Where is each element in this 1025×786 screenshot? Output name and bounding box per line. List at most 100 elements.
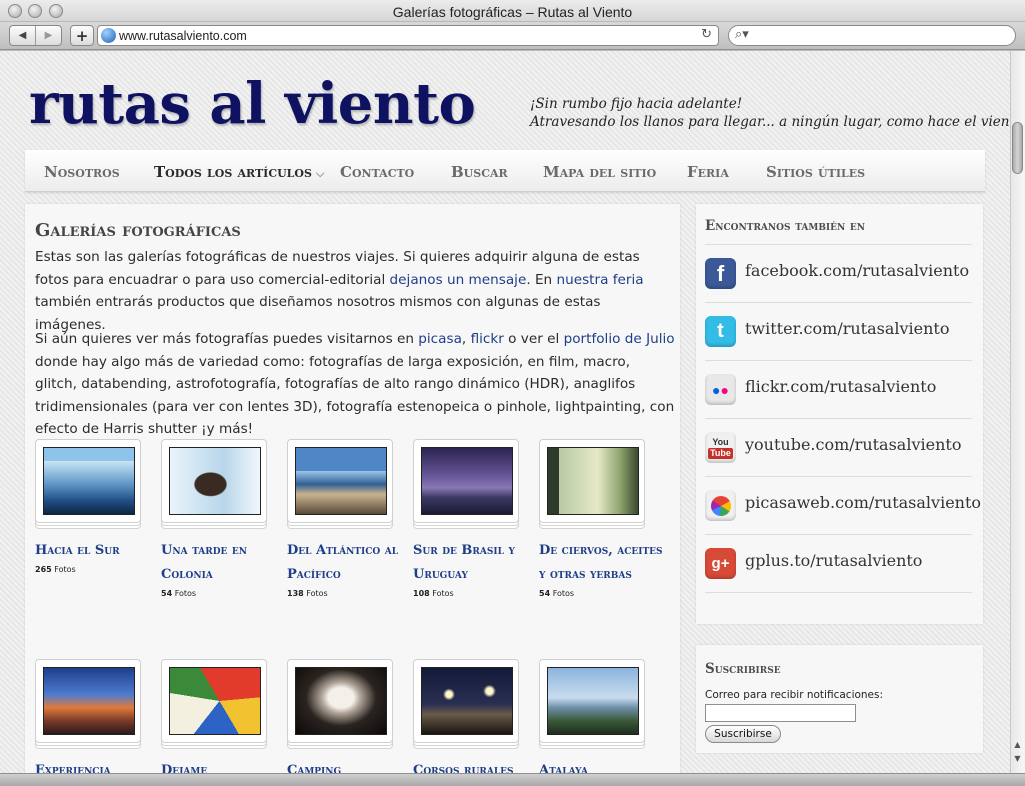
gallery-title[interactable]: Experiencia [35, 759, 161, 773]
gallery-count-number: 54 [161, 589, 173, 598]
gallery-count: 54 Fotos [539, 587, 665, 601]
gallery-photo [295, 447, 387, 515]
picasa-icon [705, 490, 736, 521]
gallery-title[interactable]: Sur de Brasil y Uruguay 108 Fotos [413, 539, 539, 601]
subscribe-email-input[interactable] [705, 704, 856, 722]
link-nuestra-feria[interactable]: nuestra feria [556, 272, 643, 288]
social-link-label[interactable]: facebook.com/rutasalviento [745, 261, 969, 280]
gallery-photo [421, 667, 513, 735]
address-text[interactable]: www.rutasalviento.com [119, 29, 247, 43]
window-titlebar: Galerías fotográficas – Rutas al Viento [0, 0, 1025, 22]
link-picasa[interactable]: picasa [418, 331, 462, 347]
gallery-title[interactable]: Atalaya [539, 759, 665, 773]
gallery-title-text: Dejame [161, 763, 208, 773]
main-content: Galerías fotográficas Estas son las gale… [25, 204, 680, 773]
nav-buscar[interactable]: Buscar [451, 163, 508, 181]
magnifier-icon[interactable]: ⌕▾ [735, 27, 749, 42]
gallery-title[interactable]: De ciervos, aceites y otras yerbas 54 Fot… [539, 539, 665, 601]
gallery-thumbnail[interactable] [413, 439, 519, 523]
gallery-thumbnail[interactable] [35, 439, 141, 523]
gallery-photo [43, 667, 135, 735]
back-button[interactable]: ◀ [10, 26, 35, 45]
gallery-title-text: Experiencia [35, 763, 111, 773]
social-link-label[interactable]: twitter.com/rutasalviento [745, 319, 949, 338]
back-arrow-icon: ◀ [18, 30, 27, 41]
gallery-count: 138 Fotos [287, 587, 413, 601]
nav-nosotros[interactable]: Nosotros [44, 163, 120, 181]
gallery-thumbnail[interactable] [539, 439, 645, 523]
gallery-thumbnail[interactable] [539, 659, 645, 743]
subscribe-button[interactable]: Suscribirse [705, 725, 781, 743]
gallery-title[interactable]: Corsos rurales [413, 759, 539, 773]
gallery-thumbnail[interactable] [35, 659, 141, 743]
social-link-googleplus[interactable]: g+ gplus.to/rutasalviento [705, 534, 972, 592]
gallery-count: 108 Fotos [413, 587, 539, 601]
gallery-title-text: Hacia el Sur [35, 543, 120, 558]
gallery-photo [295, 667, 387, 735]
plus-icon: + [75, 26, 89, 45]
youtube-icon: You Tube [705, 432, 736, 463]
gallery-title-text: Del Atlántico al Pacífico [287, 543, 399, 582]
more-photos-paragraph: Si aún quieres ver más fotografías puede… [35, 328, 675, 441]
tagline-line-2: Atravesando los llanos para llegar... a … [530, 114, 1010, 130]
gallery-thumbnail[interactable] [413, 659, 519, 743]
social-link-label[interactable]: flickr.com/rutasalviento [745, 377, 936, 396]
browser-toolbar: ◀ ▶ + www.rutasalviento.com ↻ ⌕▾ [0, 22, 1025, 50]
search-field[interactable]: ⌕▾ [728, 25, 1016, 46]
social-link-twitter[interactable]: t twitter.com/rutasalviento [705, 302, 972, 360]
social-link-label[interactable]: youtube.com/rutasalviento [745, 435, 961, 454]
forward-button[interactable]: ▶ [35, 26, 61, 45]
google-plus-icon: g+ [705, 548, 736, 579]
gallery-count-number: 138 [287, 589, 304, 598]
link-portfolio-julio[interactable]: portfolio de Julio [564, 331, 675, 347]
social-link-youtube[interactable]: You Tube youtube.com/rutasalviento [705, 418, 972, 476]
scroll-up-icon[interactable]: ▲ [1012, 738, 1023, 752]
address-bar[interactable]: www.rutasalviento.com ↻ [97, 25, 719, 46]
nav-feria[interactable]: Feria [687, 163, 729, 181]
add-bookmark-button[interactable]: + [70, 25, 94, 46]
gallery-count: 54 Fotos [161, 587, 287, 601]
site-tagline: ¡Sin rumbo fijo hacia adelante! Atravesa… [530, 95, 1010, 131]
link-dejanos-mensaje[interactable]: dejanos un mensaje [390, 272, 527, 288]
gallery-thumbnail[interactable] [161, 659, 267, 743]
gallery-title-text: Camping [287, 763, 342, 773]
gallery-count-number: 265 [35, 565, 52, 574]
site-title[interactable]: rutas al viento [29, 71, 476, 137]
social-link-picasa[interactable]: picasaweb.com/rutasalviento [705, 476, 981, 534]
scrollbar-arrows[interactable]: ▲ ▼ [1012, 738, 1023, 766]
gallery-photo [169, 447, 261, 515]
nav-sitios-utiles[interactable]: Sitios útiles [766, 163, 865, 181]
intro-paragraph: Estas son las galerías fotográficas de n… [35, 246, 675, 336]
gallery-title-text: Sur de Brasil y Uruguay [413, 543, 515, 582]
gallery-thumbnail[interactable] [287, 659, 393, 743]
gallery-count-unit: Fotos [432, 589, 454, 598]
window-title: Galerías fotográficas – Rutas al Viento [392, 4, 633, 20]
nav-todos-los-articulos[interactable]: Todos los artículos ⌵ [154, 163, 324, 181]
social-link-label[interactable]: gplus.to/rutasalviento [745, 551, 922, 570]
social-link-label[interactable]: picasaweb.com/rutasalviento [745, 493, 981, 512]
scrollbar-thumb[interactable] [1012, 122, 1023, 174]
reload-icon[interactable]: ↻ [701, 27, 712, 42]
gallery-count-unit: Fotos [54, 565, 76, 574]
gallery-title[interactable]: Camping [287, 759, 413, 773]
gallery-thumbnail[interactable] [287, 439, 393, 523]
gallery-count: 265 Fotos [35, 563, 161, 577]
gallery-title[interactable]: Hacia el Sur 265 Fotos [35, 539, 161, 577]
nav-mapa-del-sitio[interactable]: Mapa del sitio [543, 163, 656, 181]
link-flickr[interactable]: flickr [471, 331, 504, 347]
nav-contacto[interactable]: Contacto [340, 163, 414, 181]
scroll-down-icon[interactable]: ▼ [1012, 752, 1023, 766]
forward-arrow-icon: ▶ [44, 30, 53, 41]
gallery-photo [421, 447, 513, 515]
gallery-title[interactable]: Del Atlántico al Pacífico 138 Fotos [287, 539, 413, 601]
gallery-title-text: Corsos rurales [413, 763, 514, 773]
gallery-title[interactable]: Una tarde en Colonia 54 Fotos [161, 539, 287, 601]
social-divider [705, 592, 972, 593]
social-link-facebook[interactable]: f facebook.com/rutasalviento [705, 244, 972, 302]
social-link-flickr[interactable]: ● ● flickr.com/rutasalviento [705, 360, 972, 418]
history-nav: ◀ ▶ [9, 25, 62, 46]
gallery-photo [43, 447, 135, 515]
gallery-title[interactable]: Dejame [161, 759, 287, 773]
gallery-count-unit: Fotos [552, 589, 575, 598]
gallery-thumbnail[interactable] [161, 439, 267, 523]
